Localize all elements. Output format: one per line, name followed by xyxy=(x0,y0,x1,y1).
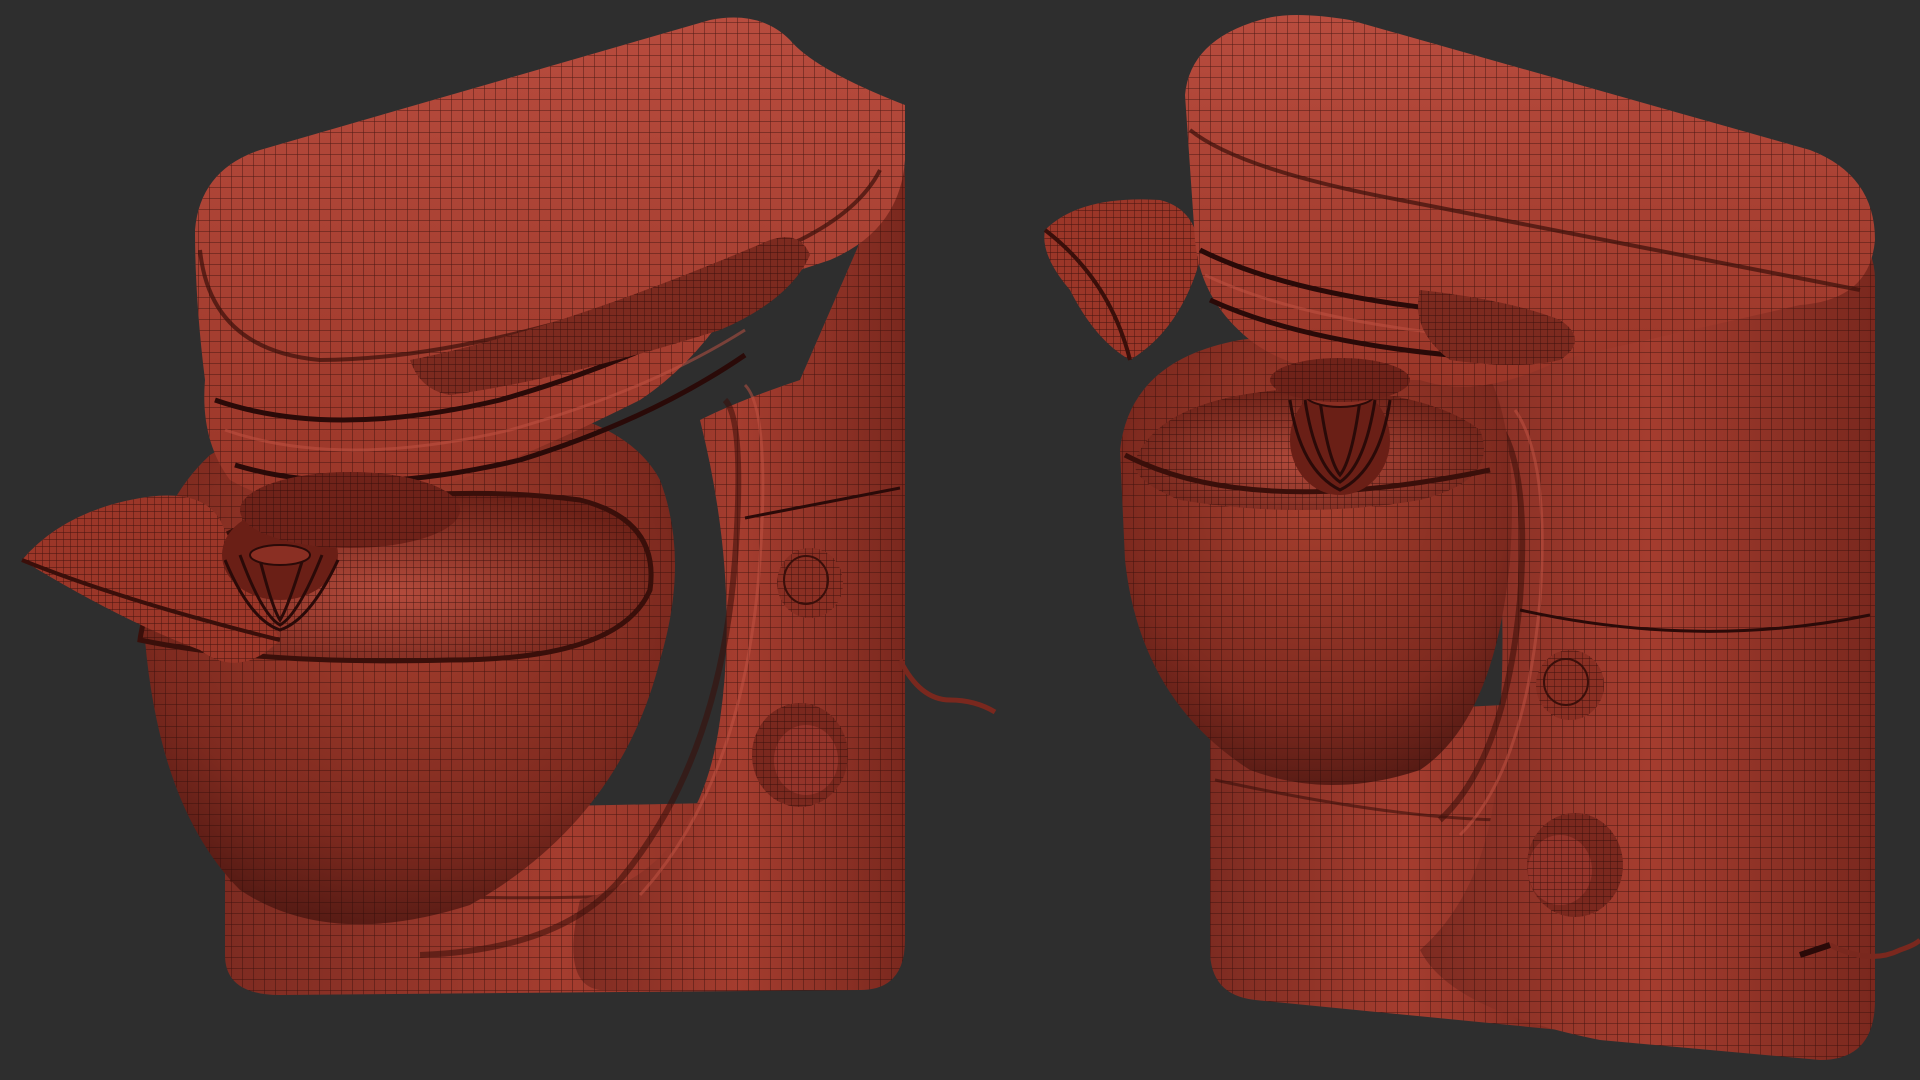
mixer-left-knob-large xyxy=(752,703,848,807)
mixer-left-knob-small xyxy=(777,548,843,618)
render-viewport xyxy=(0,0,1920,1080)
mixer-right-knob-large xyxy=(1527,813,1623,917)
mixer-right-knob-small xyxy=(1536,650,1604,720)
render-canvas xyxy=(21,15,1920,1061)
mixer-right-bowl-lip xyxy=(1043,199,1200,361)
mixer-left-cord xyxy=(897,658,997,715)
mixer-left xyxy=(21,17,997,995)
mixer-right xyxy=(1043,15,1920,1061)
